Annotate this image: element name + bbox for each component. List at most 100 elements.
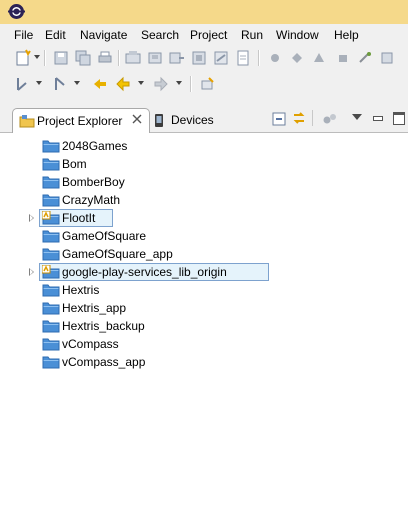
toolbar-separator — [118, 50, 120, 66]
tree-item[interactable]: Hextris_backup — [0, 317, 408, 335]
tree-item[interactable]: 2048Games — [0, 137, 408, 155]
tab-project-explorer-label: Project Explorer — [37, 114, 123, 128]
tab-devices-label: Devices — [171, 113, 214, 127]
new-android-project-icon[interactable] — [190, 49, 208, 67]
tree-item-label: GameOfSquare — [62, 229, 147, 243]
expand-arrow-icon[interactable] — [29, 214, 34, 222]
tree-item[interactable]: Bom — [0, 155, 408, 173]
tree-item[interactable]: google-play-services_lib_origin — [0, 263, 408, 281]
tree-item[interactable]: FlootIt — [0, 209, 408, 227]
android-project-folder-icon — [41, 210, 60, 225]
pin-editor-icon[interactable] — [198, 75, 216, 93]
project-folder-icon — [42, 337, 60, 351]
next-annotation-icon[interactable] — [14, 75, 32, 93]
new-java-class-icon[interactable] — [334, 49, 352, 67]
avd-manager-icon[interactable] — [146, 49, 164, 67]
tree-item[interactable]: CrazyMath — [0, 191, 408, 209]
project-folder-icon — [42, 157, 60, 171]
view-tab-strip: Project Explorer Devices — [0, 106, 408, 133]
toolbar-gap — [0, 98, 408, 106]
toolbar-separator — [190, 76, 192, 92]
forward-dropdown-icon[interactable] — [176, 81, 182, 85]
project-folder-icon — [42, 355, 60, 369]
project-folder-icon — [42, 139, 60, 153]
new-xml-file-icon[interactable] — [234, 49, 252, 67]
tree-item-label: Hextris_backup — [62, 319, 145, 333]
sdk-manager-icon[interactable] — [124, 49, 142, 67]
toolbar-separator — [258, 50, 260, 66]
tree-item-label: google-play-services_lib_origin — [62, 265, 227, 279]
tree-item[interactable]: GameOfSquare — [0, 227, 408, 245]
tree-item[interactable]: vCompass — [0, 335, 408, 353]
tree-item[interactable]: GameOfSquare_app — [0, 245, 408, 263]
tree-item-label: Hextris_app — [62, 301, 127, 315]
back-icon[interactable] — [114, 75, 132, 93]
collapse-all-icon[interactable] — [272, 112, 286, 126]
run-icon[interactable] — [288, 49, 306, 67]
tree-item-label: Hextris — [62, 283, 100, 297]
menu-bar: File Edit Navigate Search Project Run Wi… — [0, 24, 408, 46]
window-titlebar[interactable] — [0, 0, 408, 24]
tree-item-label: GameOfSquare_app — [62, 247, 173, 261]
tree-item-label: vCompass_app — [62, 355, 146, 369]
menu-navigate[interactable]: Navigate — [80, 28, 127, 42]
last-edit-location-icon[interactable] — [90, 75, 108, 93]
new-android-test-icon[interactable] — [212, 49, 230, 67]
debug-icon[interactable] — [266, 49, 284, 67]
project-folder-icon — [42, 247, 60, 261]
project-folder-icon — [42, 301, 60, 315]
back-dropdown-icon[interactable] — [138, 81, 144, 85]
view-toolbar-separator — [312, 110, 313, 126]
close-icon[interactable] — [131, 113, 143, 125]
search-icon[interactable] — [378, 49, 396, 67]
save-icon[interactable] — [52, 49, 70, 67]
tree-item-label: 2048Games — [62, 139, 128, 153]
open-type-icon[interactable] — [356, 49, 374, 67]
maximize-icon[interactable] — [393, 112, 405, 125]
filters-icon[interactable] — [322, 112, 338, 126]
eclipse-logo-icon — [8, 3, 25, 20]
project-folder-icon — [42, 175, 60, 189]
tree-item-label: vCompass — [62, 337, 119, 351]
save-all-icon[interactable] — [74, 49, 92, 67]
android-project-folder-icon — [41, 264, 60, 279]
next-annotation-dropdown-icon[interactable] — [36, 81, 42, 85]
print-icon[interactable] — [96, 49, 114, 67]
forward-icon[interactable] — [152, 75, 170, 93]
tree-item-label: CrazyMath — [62, 193, 121, 207]
devices-icon — [154, 113, 164, 128]
link-with-editor-icon[interactable] — [291, 110, 307, 126]
tree-item-label: Bom — [62, 157, 87, 171]
project-explorer-view: Project Explorer Devices 2048Games Bom Bom… — [0, 106, 408, 528]
android-lint-icon[interactable] — [168, 49, 186, 67]
previous-annotation-dropdown-icon[interactable] — [74, 81, 80, 85]
main-toolbar — [0, 46, 408, 72]
project-folder-icon — [42, 229, 60, 243]
new-wizard-icon[interactable] — [14, 49, 32, 67]
previous-annotation-icon[interactable] — [52, 75, 70, 93]
menu-project[interactable]: Project — [190, 28, 227, 42]
menu-help[interactable]: Help — [334, 28, 359, 42]
tree-item-label: FlootIt — [62, 211, 96, 225]
menu-run[interactable]: Run — [241, 28, 263, 42]
tree-item[interactable]: Hextris_app — [0, 299, 408, 317]
project-folder-icon — [42, 193, 60, 207]
new-dropdown-icon[interactable] — [34, 55, 40, 59]
tree-item[interactable]: BomberBoy — [0, 173, 408, 191]
navigation-toolbar — [0, 72, 408, 98]
tab-devices[interactable]: Devices — [150, 110, 230, 132]
tab-project-explorer[interactable]: Project Explorer — [12, 108, 150, 133]
project-folder-icon — [42, 319, 60, 333]
project-explorer-icon — [19, 114, 35, 128]
minimize-icon[interactable] — [373, 116, 383, 121]
tree-item[interactable]: vCompass_app — [0, 353, 408, 371]
expand-arrow-icon[interactable] — [29, 268, 34, 276]
menu-search[interactable]: Search — [141, 28, 179, 42]
menu-edit[interactable]: Edit — [45, 28, 66, 42]
external-tools-icon[interactable] — [310, 49, 328, 67]
tree-item[interactable]: Hextris — [0, 281, 408, 299]
toolbar-separator — [44, 50, 46, 66]
menu-window[interactable]: Window — [276, 28, 319, 42]
menu-file[interactable]: File — [14, 28, 33, 42]
view-menu-icon[interactable] — [352, 114, 362, 120]
